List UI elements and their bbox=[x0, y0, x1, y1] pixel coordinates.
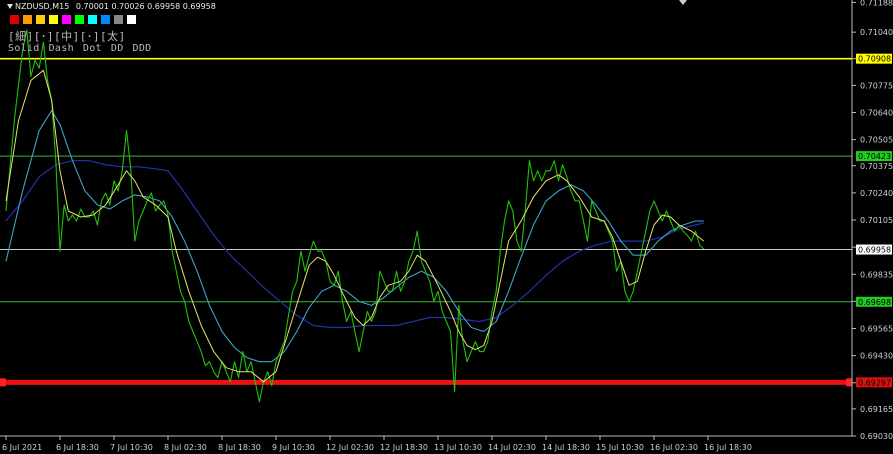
time-tick-label: 7 Jul 10:30 bbox=[110, 443, 153, 452]
price-series bbox=[5, 29, 705, 403]
time-tick-label: 8 Jul 02:30 bbox=[164, 443, 207, 452]
width-button-2[interactable]: [中] bbox=[54, 30, 80, 43]
level-price-label: 0.70423 bbox=[858, 152, 891, 161]
width-button-1[interactable]: [･] bbox=[34, 30, 54, 43]
time-tick-label: 14 Jul 18:30 bbox=[542, 443, 590, 452]
style-button-dot[interactable]: Dot bbox=[83, 43, 102, 54]
price-tick-label: 0.70505 bbox=[860, 136, 893, 145]
chart-shift-marker-icon bbox=[679, 0, 687, 5]
color-swatch-5[interactable] bbox=[75, 15, 84, 24]
level-anchor-left bbox=[0, 378, 6, 387]
color-swatch-0[interactable] bbox=[10, 15, 19, 24]
ma-fast-series bbox=[5, 69, 705, 383]
level-price-label: 0.69698 bbox=[858, 298, 891, 307]
price-tick-label: 0.70375 bbox=[860, 162, 893, 171]
color-swatch-9[interactable] bbox=[127, 15, 136, 24]
price-tick-label: 0.70775 bbox=[860, 81, 893, 90]
time-tick-label: 12 Jul 18:30 bbox=[380, 443, 428, 452]
price-tick-label: 0.69430 bbox=[860, 352, 893, 361]
time-tick-label: 14 Jul 02:30 bbox=[488, 443, 536, 452]
color-swatch-3[interactable] bbox=[49, 15, 58, 24]
color-swatch-7[interactable] bbox=[101, 15, 110, 24]
time-tick-label: 16 Jul 18:30 bbox=[704, 443, 752, 452]
time-tick-label: 15 Jul 10:30 bbox=[596, 443, 644, 452]
color-swatch-1[interactable] bbox=[23, 15, 32, 24]
price-tick-label: 0.69835 bbox=[860, 270, 893, 279]
time-tick-label: 8 Jul 18:30 bbox=[218, 443, 261, 452]
ma-mid-series bbox=[5, 109, 704, 363]
color-swatch-2[interactable] bbox=[36, 15, 45, 24]
price-tick-label: 0.69165 bbox=[860, 405, 893, 414]
width-button-4[interactable]: [太] bbox=[100, 30, 126, 43]
style-button-ddd[interactable]: DDD bbox=[133, 43, 152, 54]
price-tick-label: 0.69030 bbox=[860, 432, 893, 441]
time-tick-label: 6 Jul 2021 bbox=[2, 443, 42, 452]
style-button-solid[interactable]: Solid bbox=[8, 43, 40, 54]
time-tick-label: 16 Jul 02:30 bbox=[650, 443, 698, 452]
symbol-title: NZDUSD,M15 bbox=[15, 2, 70, 11]
width-button-3[interactable]: [･] bbox=[80, 30, 100, 43]
time-tick-label: 9 Jul 10:30 bbox=[272, 443, 315, 452]
price-tick-label: 0.70240 bbox=[860, 189, 893, 198]
time-tick-label: 13 Jul 10:30 bbox=[434, 443, 482, 452]
style-button-dash[interactable]: Dash bbox=[49, 43, 74, 54]
ohlc-values: 0.70001 0.70026 0.69958 0.69958 bbox=[75, 2, 216, 11]
ma-slow-series bbox=[5, 160, 704, 329]
price-tick-label: 0.69565 bbox=[860, 325, 893, 334]
color-swatch-8[interactable] bbox=[114, 15, 123, 24]
color-swatch-6[interactable] bbox=[88, 15, 97, 24]
width-button-0[interactable]: [細] bbox=[8, 30, 34, 43]
time-tick-label: 6 Jul 18:30 bbox=[56, 443, 99, 452]
dropdown-arrow-icon[interactable] bbox=[7, 4, 13, 9]
price-tick-label: 0.70105 bbox=[860, 216, 893, 225]
level-price-label: 0.69958 bbox=[858, 246, 891, 255]
line-style-buttons: Solid Dash Dot DD DDD bbox=[8, 43, 161, 54]
price-tick-label: 0.71040 bbox=[860, 28, 893, 37]
level-price-label: 0.70908 bbox=[858, 55, 891, 64]
chart-header: NZDUSD,M15 0.70001 0.70026 0.69958 0.699… bbox=[7, 2, 216, 11]
level-price-label: 0.69297 bbox=[858, 378, 891, 387]
price-tick-label: 0.70640 bbox=[860, 109, 893, 118]
color-swatch-bar bbox=[10, 15, 136, 24]
line-width-buttons: [細][･][中][･][太] bbox=[8, 28, 126, 44]
style-button-dd[interactable]: DD bbox=[111, 43, 124, 54]
time-tick-label: 12 Jul 02:30 bbox=[326, 443, 374, 452]
color-swatch-4[interactable] bbox=[62, 15, 71, 24]
price-chart[interactable]: 0.71188 0.71040 0.70775 0.70640 0.70505 0.703… bbox=[0, 0, 893, 454]
price-tick-label: 0.71188 bbox=[860, 0, 893, 7]
level-anchor-right bbox=[846, 378, 852, 387]
